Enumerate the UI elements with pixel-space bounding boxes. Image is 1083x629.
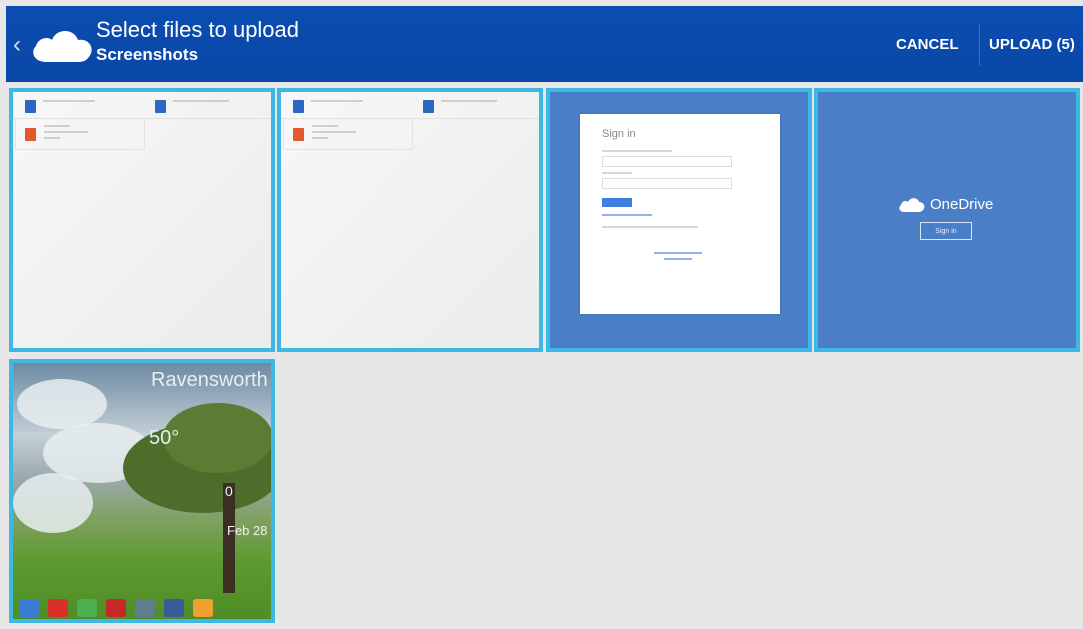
chevron-left-icon[interactable]: ‹ — [13, 31, 21, 59]
widget-date: Feb 28 — [227, 523, 268, 538]
text-line — [312, 137, 328, 139]
word-file-icon — [293, 100, 304, 113]
cloud-shape — [17, 379, 107, 429]
cloud-shape — [13, 473, 93, 533]
action-divider — [979, 24, 980, 66]
file-cell — [15, 118, 145, 150]
powerpoint-file-icon — [25, 128, 36, 141]
link-line — [664, 258, 692, 260]
link-line — [654, 252, 702, 254]
powerpoint-file-icon — [293, 128, 304, 141]
text-line — [44, 125, 70, 127]
onedrive-cloud-icon[interactable] — [26, 22, 98, 70]
camera-app-icon — [135, 599, 155, 617]
tree-trunk — [223, 483, 235, 593]
form-field — [602, 156, 732, 167]
app-dock — [19, 599, 213, 617]
message-count: 0 — [225, 483, 233, 499]
facebook-app-icon — [164, 599, 184, 617]
word-file-icon — [155, 100, 166, 113]
page-title: Select files to upload — [96, 17, 300, 42]
cancel-button[interactable]: CANCEL — [896, 6, 959, 82]
weather-city: Ravensworth — [151, 369, 268, 391]
text-line — [441, 100, 497, 102]
text-line — [602, 150, 672, 152]
onedrive-wordmark: OneDrive — [930, 196, 994, 213]
onedrive-cloud-icon — [899, 197, 925, 212]
file-list-thumbnail — [13, 92, 271, 348]
onedrive-brand: OneDrive — [898, 196, 993, 213]
text-line — [602, 226, 698, 228]
word-file-icon — [423, 100, 434, 113]
weather-temperature: 50° — [149, 427, 180, 449]
sign-in-thumbnail: Sign in — [550, 92, 808, 348]
sign-in-card: Sign in — [580, 114, 780, 314]
upload-button[interactable]: UPLOAD (5) — [989, 6, 1075, 82]
folder-subtitle: Screenshots — [96, 45, 199, 64]
word-file-icon — [25, 100, 36, 113]
action-bar: ‹ Select files to upload Screenshots CAN… — [6, 6, 1083, 82]
thumbnail-tile[interactable]: OneDrive Sign in — [814, 88, 1080, 352]
text-line — [311, 100, 363, 102]
file-row — [281, 92, 539, 119]
thumbnail-tile[interactable] — [277, 88, 543, 352]
firefox-app-icon — [193, 599, 213, 617]
sign-in-button-graphic: Sign in — [920, 222, 972, 240]
form-field — [602, 178, 732, 189]
text-line — [173, 100, 229, 102]
youtube-app-icon — [48, 599, 68, 617]
sign-in-button-graphic — [602, 198, 632, 207]
market-app-icon — [77, 599, 97, 617]
text-line — [43, 100, 95, 102]
tree-shape — [163, 403, 271, 473]
file-cell — [283, 118, 413, 150]
thumbnail-tile[interactable] — [9, 88, 275, 352]
browser-app-icon — [19, 599, 39, 617]
sign-in-card-title: Sign in — [602, 128, 636, 140]
thumbnail-tile[interactable]: Sign in — [546, 88, 812, 352]
text-line — [312, 131, 356, 133]
text-line — [44, 131, 88, 133]
title-block: Select files to upload Screenshots — [96, 16, 299, 66]
text-line — [602, 172, 632, 174]
calendar-app-icon — [106, 599, 126, 617]
file-row — [13, 92, 271, 119]
file-list-thumbnail — [281, 92, 539, 348]
link-line — [602, 214, 652, 216]
text-line — [44, 137, 60, 139]
text-line — [312, 125, 338, 127]
thumbnail-tile[interactable]: Ravensworth 50° 0 Feb 28 — [9, 359, 275, 623]
onedrive-start-thumbnail: OneDrive Sign in — [818, 92, 1076, 348]
home-screen-thumbnail: Ravensworth 50° 0 Feb 28 — [13, 363, 271, 619]
